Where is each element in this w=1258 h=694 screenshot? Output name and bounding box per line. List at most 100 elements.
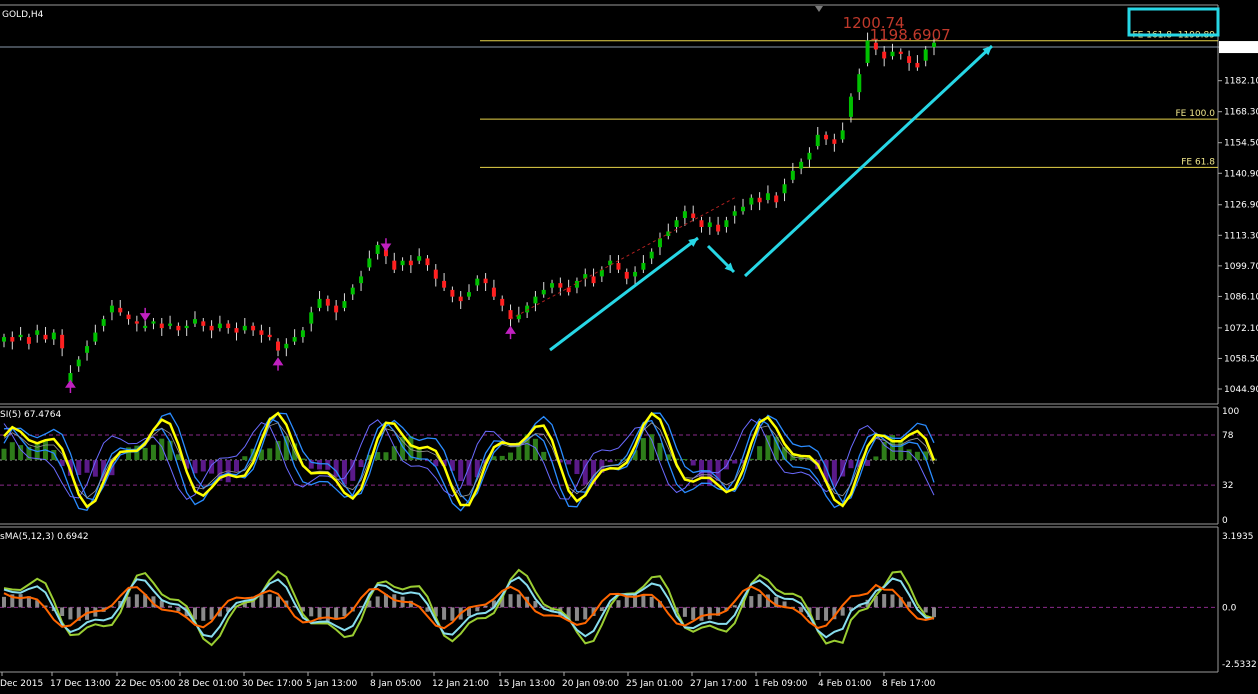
candle-body (674, 220, 679, 227)
osma-y-tick-label: 3.1935 (1222, 532, 1254, 542)
candle-body (475, 278, 480, 286)
candle-body (93, 332, 98, 342)
candle-body (666, 231, 671, 236)
osma-histogram-bar (450, 607, 455, 621)
osma-histogram-bar (2, 596, 6, 608)
osma-histogram-bar (923, 607, 928, 613)
candle-body (242, 325, 247, 331)
x-tick-label: 12 Jan 21:00 (432, 679, 489, 689)
osma-histogram-bar (259, 594, 264, 608)
x-tick-label: 17 Dec 13:00 (50, 679, 111, 689)
rsi-histogram-bar (499, 455, 505, 461)
rsi-histogram-bar (566, 460, 572, 465)
candle-body (807, 152, 812, 160)
rsi-histogram-bar (242, 456, 248, 461)
candle-body (824, 134, 829, 140)
rsi-histogram-bar (458, 460, 464, 481)
main-y-tick-label: 1113.30 (1224, 231, 1258, 241)
candle-body (641, 262, 646, 270)
candle-body (143, 325, 148, 329)
rsi-histogram-bar (341, 460, 347, 485)
peak-label: 1198.6907 (870, 26, 951, 44)
candle-body (442, 280, 447, 288)
candle-body (60, 334, 65, 349)
fib-level-label: FE 100.0 (1176, 109, 1216, 119)
osma-histogram-bar (134, 594, 139, 608)
candle-body (591, 276, 596, 284)
candle-body (134, 321, 139, 324)
candle-body (168, 323, 173, 326)
osma-histogram-bar (516, 594, 521, 608)
candle-body (848, 96, 853, 117)
rsi-histogram-bar (234, 460, 239, 472)
candle-body (26, 337, 31, 344)
candle-body (550, 283, 555, 288)
rsi-histogram-bar (200, 460, 206, 472)
rsi-y-tick-label: 100 (1222, 407, 1239, 417)
rsi-histogram-bar (848, 460, 854, 469)
candle-body (417, 256, 422, 261)
main-y-tick-label: 1168.30 (1224, 108, 1258, 118)
candle-body (126, 314, 131, 320)
rsi-histogram-bar (317, 460, 323, 470)
candle-body (325, 298, 330, 306)
rsi-histogram-bar (640, 438, 646, 461)
osma-histogram-bar (890, 594, 895, 608)
x-tick-label: 4 Feb 01:00 (818, 679, 872, 689)
main-y-tick-label: 1182.10 (1224, 77, 1258, 87)
x-tick-label: 22 Dec 05:00 (115, 679, 176, 689)
candle-body (757, 197, 762, 203)
candle-body (765, 193, 770, 201)
osma-histogram-bar (691, 607, 696, 620)
rsi-histogram-bar (209, 460, 215, 474)
candle-body (342, 301, 347, 308)
candle-body (923, 49, 928, 61)
osma-histogram-bar (932, 607, 936, 618)
main-y-tick-label: 1154.50 (1224, 139, 1258, 149)
candle-body (799, 161, 804, 169)
rsi-histogram-bar (358, 460, 364, 468)
rsi-histogram-bar (159, 438, 165, 461)
rsi-histogram-bar (757, 446, 763, 461)
candle-body (633, 271, 638, 277)
osma-histogram-bar (699, 607, 704, 621)
fib-level-label: FE 61.8 (1181, 157, 1215, 167)
rsi-histogram-bar (607, 460, 613, 463)
candle-body (840, 130, 845, 140)
osma-histogram-bar (616, 600, 621, 608)
candle-body (350, 287, 355, 295)
x-tick-label: 5 Jan 13:00 (306, 679, 358, 689)
osma-histogram-bar (267, 594, 272, 608)
rsi-histogram-bar (391, 446, 397, 461)
x-tick-label: 27 Jan 17:00 (690, 679, 747, 689)
candle-body (18, 334, 23, 338)
candle-body (408, 260, 413, 266)
rsi-histogram-bar (142, 447, 148, 461)
candle-body (101, 319, 106, 326)
osma-histogram-bar (707, 607, 712, 620)
x-tick-label: 1 Feb 09:00 (754, 679, 808, 689)
osma-histogram-bar (475, 607, 480, 612)
candle-body (85, 346, 90, 353)
osma-histogram-bar (375, 596, 380, 608)
candle-body (749, 197, 754, 205)
rsi-histogram-bar (466, 460, 472, 486)
osma-histogram-bar (574, 607, 579, 621)
osma-histogram-bar (666, 606, 671, 608)
rsi-histogram-bar (150, 444, 156, 461)
osma-histogram-bar (815, 607, 820, 620)
x-tick-label: 8 Feb 17:00 (882, 679, 936, 689)
candle-body (118, 307, 123, 313)
candle-body (898, 51, 903, 54)
rsi-y-tick-label: 32 (1222, 481, 1233, 491)
main-y-tick-label: 1126.90 (1224, 201, 1258, 211)
main-y-tick-label: 1099.70 (1224, 262, 1258, 272)
candle-body (76, 359, 81, 367)
candle-body (491, 287, 496, 297)
candle-body (450, 289, 455, 297)
candle-body (500, 298, 505, 306)
rsi-histogram-bar (574, 460, 580, 475)
candle-body (359, 276, 364, 284)
candle-body (2, 337, 6, 342)
main-y-tick-label: 1072.10 (1224, 324, 1258, 334)
